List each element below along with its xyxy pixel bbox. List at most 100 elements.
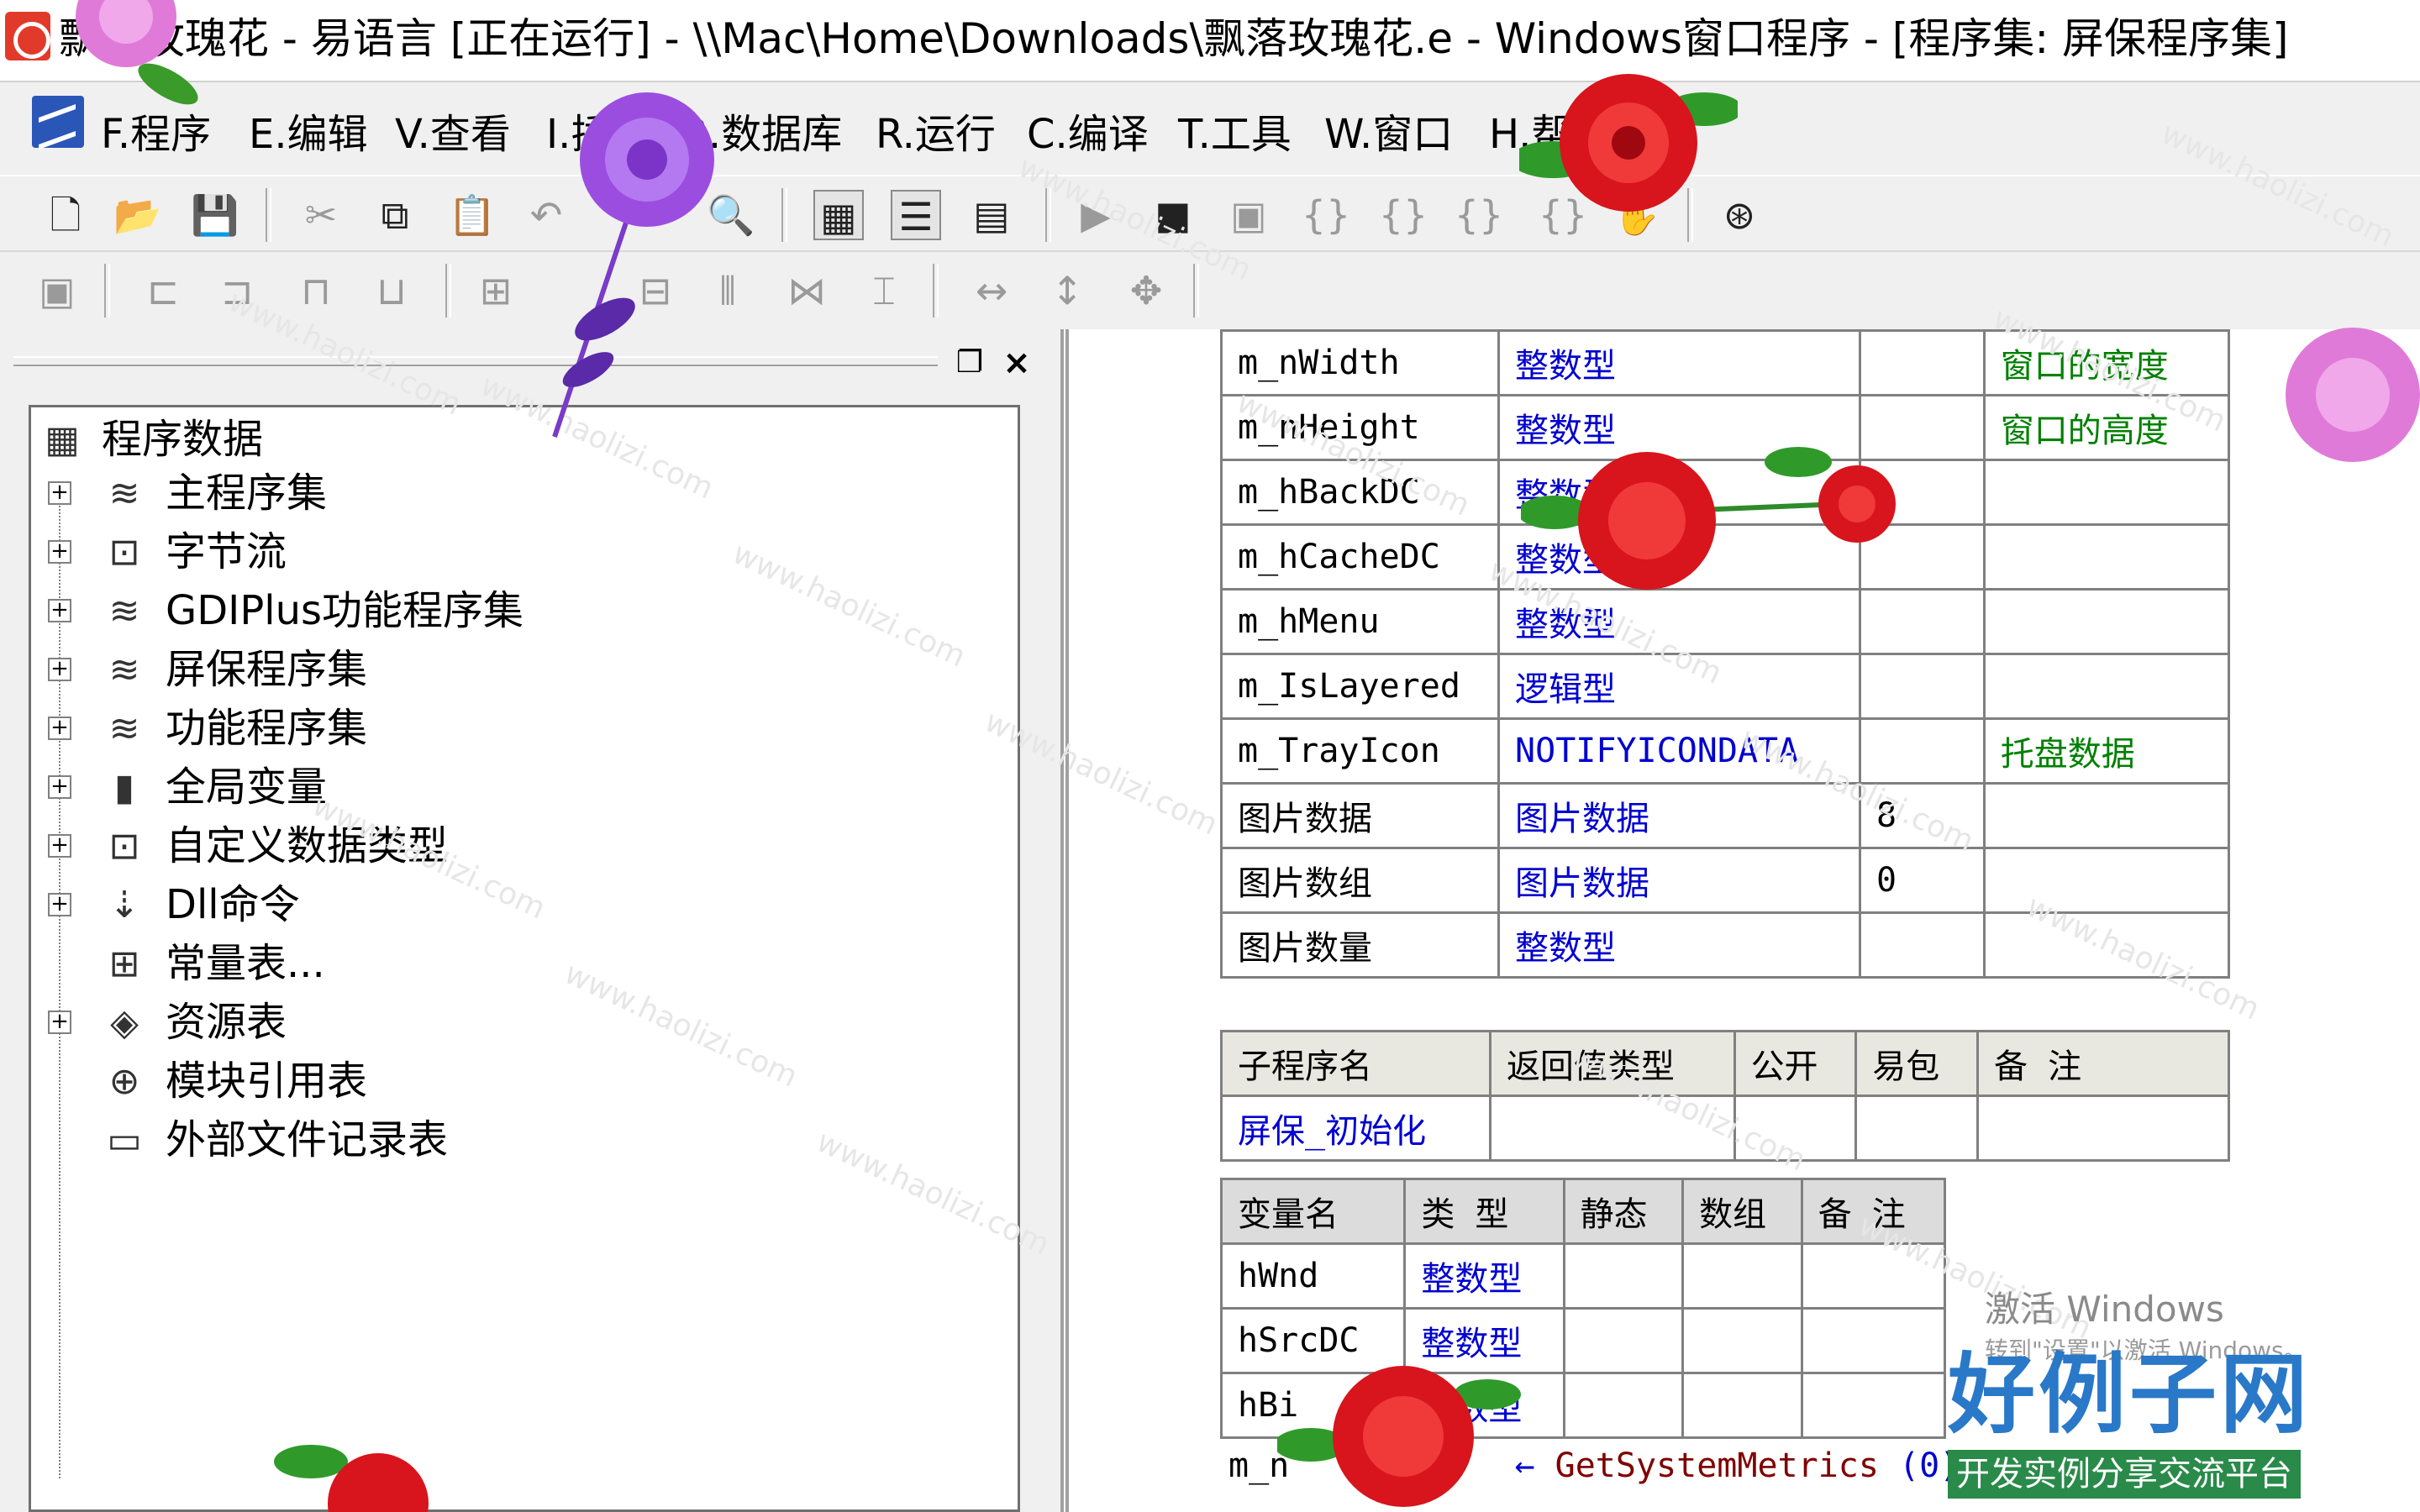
local-var-empty-cell[interactable]: [1562, 1307, 1685, 1374]
assembly-variable-table: m_nWidth 整数型 窗口的宽度 m_nHeight 整数型 窗口的高度 m_hBack…: [1219, 329, 2231, 979]
tree-item[interactable]: + ⊡ 字节流: [31, 527, 703, 577]
menu-tools[interactable]: T.工具: [1178, 111, 1292, 158]
align-right-icon[interactable]: ⊓: [291, 265, 341, 316]
layout-3-icon[interactable]: ▤: [966, 190, 1017, 240]
var-note-cell[interactable]: [1982, 459, 2231, 526]
same-size-icon[interactable]: ↕: [1042, 265, 1092, 316]
tree-item[interactable]: + ≋ 主程序集: [31, 468, 703, 518]
move-icon[interactable]: ✥: [1121, 265, 1171, 316]
var-array-cell[interactable]: [1859, 329, 1986, 396]
local-var-empty-cell[interactable]: [1562, 1242, 1685, 1310]
same-width-icon[interactable]: ⌶: [859, 265, 909, 316]
distribute-v-icon[interactable]: ⋈: [781, 265, 832, 316]
tree-item[interactable]: + ▮ 全局变量: [31, 762, 703, 812]
var-name-cell[interactable]: 图片数据: [1219, 782, 1501, 849]
step-out-icon[interactable]: {}: [1454, 190, 1504, 240]
expand-icon[interactable]: +: [48, 834, 71, 858]
cut-icon[interactable]: ✂: [296, 190, 346, 240]
tree-item-label: 主程序集: [166, 470, 328, 517]
assembly-variable-row[interactable]: 图片数据 图片数据 8: [1219, 782, 2231, 849]
step-into-icon[interactable]: {}: [1301, 190, 1351, 240]
menu-window[interactable]: W.窗口: [1324, 111, 1453, 158]
expand-icon[interactable]: +: [48, 540, 71, 564]
toolbar-separator: [1193, 264, 1199, 318]
toolbar-separator: [104, 264, 110, 318]
assembly-variable-row[interactable]: 图片数组 图片数据 0: [1219, 847, 2231, 914]
layout-1-icon[interactable]: ▦: [813, 190, 864, 240]
var-name-cell[interactable]: m_hMenu: [1219, 588, 1501, 655]
open-folder-icon[interactable]: 📂: [113, 190, 163, 240]
save-icon[interactable]: 💾: [190, 190, 240, 240]
col-sub-name: 子程序名: [1220, 1030, 1491, 1097]
menu-view[interactable]: V.查看: [395, 111, 511, 158]
var-name-cell[interactable]: m_TrayIcon: [1219, 717, 1501, 785]
var-name-cell[interactable]: 图片数量: [1219, 911, 1501, 979]
activate-windows-title: 激活 Windows: [1985, 1289, 2224, 1330]
debug-icon[interactable]: ▣: [1223, 190, 1274, 240]
var-array-cell[interactable]: [1859, 717, 1986, 785]
var-array-cell[interactable]: [1859, 911, 1986, 979]
tree-item[interactable]: + ≋ GDIPlus功能程序集: [31, 585, 703, 636]
subroutine-name[interactable]: 屏保_初始化: [1220, 1095, 1491, 1162]
local-var-empty-cell[interactable]: [1800, 1372, 1947, 1439]
red-rose-icon: [274, 1445, 429, 1512]
tree-item[interactable]: ▭ 外部文件记录表: [31, 1115, 703, 1165]
copy-icon[interactable]: ⧉: [370, 190, 420, 240]
local-var-empty-cell[interactable]: [1681, 1242, 1803, 1310]
local-var-type-cell[interactable]: 整数型: [1403, 1242, 1565, 1310]
panel-grip[interactable]: [13, 356, 938, 366]
local-var-empty-cell[interactable]: [1681, 1372, 1803, 1439]
local-var-empty-cell[interactable]: [1800, 1307, 1947, 1374]
local-var-name-cell[interactable]: hWnd: [1219, 1242, 1407, 1310]
local-variable-row[interactable]: hWnd 整数型: [1219, 1242, 1947, 1310]
local-var-empty-cell[interactable]: [1681, 1307, 1803, 1374]
expand-icon[interactable]: +: [48, 775, 71, 799]
class-icon: ⊡: [108, 825, 140, 868]
var-type-cell[interactable]: 整数型: [1497, 329, 1862, 396]
local-var-empty-cell[interactable]: [1562, 1372, 1685, 1439]
var-name-cell[interactable]: 图片数组: [1219, 847, 1501, 914]
menu-compile[interactable]: C.编译: [1027, 111, 1149, 158]
var-note-cell[interactable]: [1982, 523, 2231, 591]
expand-icon[interactable]: +: [48, 658, 71, 681]
same-height-icon[interactable]: ↔: [966, 265, 1017, 316]
var-note-cell[interactable]: [1982, 653, 2231, 720]
layout-2-icon[interactable]: ☰: [891, 190, 941, 240]
paste-icon[interactable]: 📋: [447, 190, 497, 240]
expand-icon[interactable]: +: [48, 599, 71, 622]
var-array-cell[interactable]: 0: [1859, 847, 1986, 914]
new-file-icon[interactable]: 🗋: [40, 190, 91, 240]
subroutine-easy-pkg[interactable]: [1854, 1095, 1979, 1162]
var-note-cell[interactable]: [1982, 847, 2231, 914]
align-left-icon[interactable]: ⊏: [138, 265, 188, 316]
close-icon[interactable]: ×: [1000, 346, 1034, 380]
var-name-cell[interactable]: m_hCacheDC: [1219, 523, 1501, 591]
var-note-cell[interactable]: 托盘数据: [1982, 717, 2231, 785]
var-note-cell[interactable]: [1982, 782, 2231, 849]
assembly-variable-row[interactable]: m_TrayIcon NOTIFYICONDATA 托盘数据: [1219, 717, 2231, 785]
expand-icon[interactable]: +: [48, 1011, 71, 1034]
expand-icon[interactable]: +: [48, 717, 71, 740]
var-name-cell[interactable]: m_nWidth: [1219, 329, 1501, 396]
expand-icon[interactable]: +: [48, 481, 71, 505]
tree-item[interactable]: + ≋ 功能程序集: [31, 703, 703, 753]
subroutine-note[interactable]: [1976, 1095, 2230, 1162]
tree-item[interactable]: + ⇣ Dll命令: [31, 879, 703, 930]
toolbar-separator: [781, 188, 787, 242]
var-name-cell[interactable]: m_IsLayered: [1219, 653, 1501, 720]
var-type-cell[interactable]: 图片数据: [1497, 847, 1862, 914]
tree-item[interactable]: ⊕ 模块引用表: [31, 1056, 703, 1106]
expand-icon[interactable]: +: [48, 893, 71, 916]
menu-run[interactable]: R.运行: [876, 111, 996, 158]
restore-icon[interactable]: ❐: [953, 346, 986, 380]
align-grid-icon[interactable]: ▣: [32, 265, 82, 316]
align-middle-icon[interactable]: ⊞: [471, 265, 521, 316]
menu-edit[interactable]: E.编辑: [249, 111, 368, 158]
align-top-icon[interactable]: ⊔: [366, 265, 417, 316]
var-type-cell[interactable]: 图片数据: [1497, 782, 1862, 849]
var-type-cell[interactable]: 整数型: [1497, 911, 1862, 979]
var-note-cell[interactable]: [1982, 588, 2231, 655]
tree-item[interactable]: + ≋ 屏保程序集: [31, 644, 703, 695]
var-array-cell[interactable]: [1859, 653, 1986, 720]
step-over-icon[interactable]: {}: [1378, 190, 1428, 240]
